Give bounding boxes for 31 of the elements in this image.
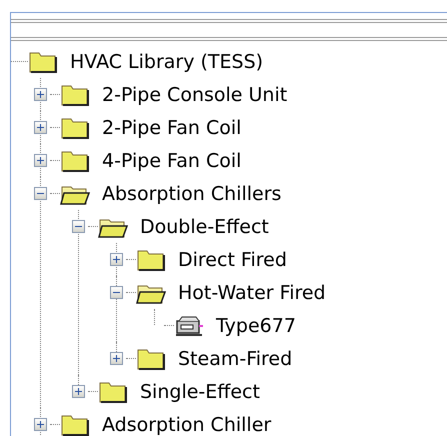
tree-item[interactable]: 2-Pipe Fan Coil bbox=[102, 116, 242, 138]
collapse-button[interactable] bbox=[34, 187, 47, 200]
folder-icon bbox=[98, 380, 128, 404]
folder-icon bbox=[136, 346, 166, 370]
tree-item[interactable]: Direct Fired bbox=[178, 248, 287, 270]
collapse-button[interactable] bbox=[72, 220, 85, 233]
expand-button[interactable] bbox=[34, 154, 47, 167]
tree-item[interactable]: Double-Effect bbox=[140, 216, 269, 238]
expand-button[interactable] bbox=[34, 121, 47, 134]
collapse-button[interactable] bbox=[110, 286, 123, 299]
expand-button[interactable] bbox=[110, 253, 123, 266]
folder-icon bbox=[60, 116, 90, 140]
expand-button[interactable] bbox=[72, 385, 85, 398]
tree-item[interactable]: Adsorption Chiller bbox=[102, 414, 272, 436]
tree-item[interactable]: Type677 bbox=[216, 314, 296, 336]
tree-item[interactable]: Steam-Fired bbox=[178, 348, 292, 370]
folder-icon bbox=[136, 248, 166, 272]
tree-item[interactable]: 2-Pipe Console Unit bbox=[102, 84, 288, 106]
tree-item[interactable]: Single-Effect bbox=[140, 380, 260, 402]
machine-icon bbox=[174, 314, 204, 338]
tree-item[interactable]: Absorption Chillers bbox=[102, 182, 282, 204]
tree-item[interactable]: Hot-Water Fired bbox=[178, 282, 326, 304]
expand-button[interactable] bbox=[34, 88, 47, 101]
folder-icon bbox=[60, 82, 90, 106]
tree-item[interactable]: 4-Pipe Fan Coil bbox=[102, 150, 242, 172]
folder-icon bbox=[60, 148, 90, 172]
expand-button[interactable] bbox=[110, 352, 123, 365]
expand-button[interactable] bbox=[34, 418, 47, 431]
folder-icon bbox=[28, 50, 58, 74]
tree-item[interactable]: HVAC Library (TESS) bbox=[70, 50, 264, 72]
folder-icon bbox=[60, 412, 90, 436]
